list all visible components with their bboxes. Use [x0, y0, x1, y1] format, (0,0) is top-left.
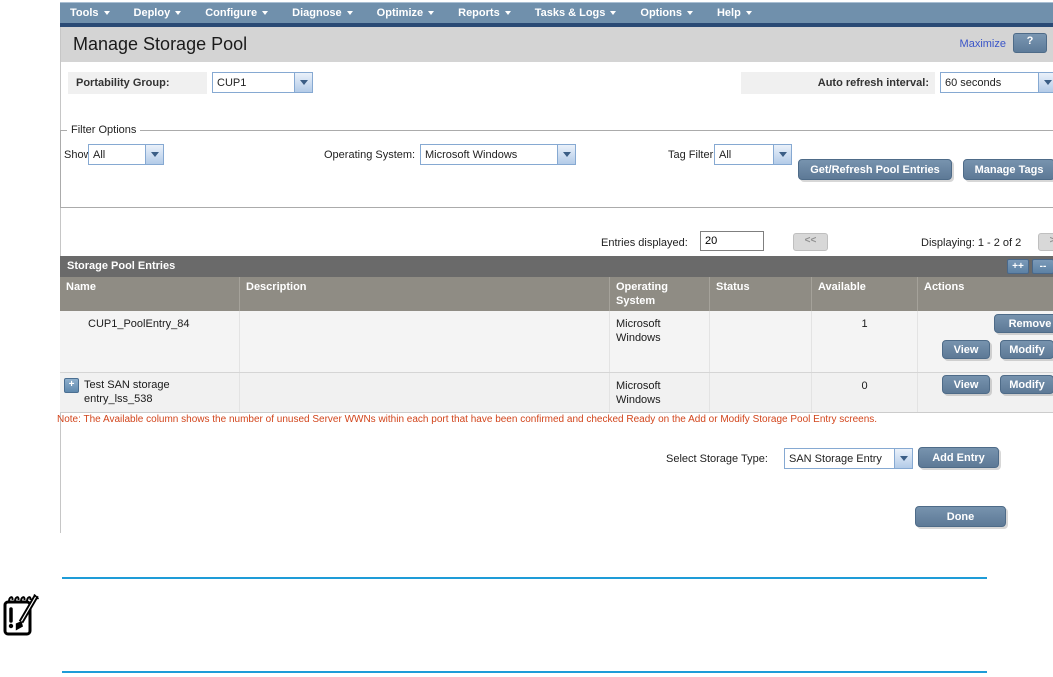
- chevron-down-icon: [294, 73, 312, 92]
- caret-down-icon: [175, 11, 181, 15]
- menu-item-optimize[interactable]: Optimize: [377, 7, 434, 19]
- row-available: 1: [812, 311, 918, 372]
- manage-tags-button[interactable]: Manage Tags: [963, 159, 1053, 180]
- divider-line: [62, 577, 987, 579]
- tag-filter-label: Tag Filter:: [668, 149, 716, 161]
- caret-down-icon: [428, 11, 434, 15]
- auto-refresh-select[interactable]: 60 seconds: [940, 72, 1053, 93]
- menu-item-help[interactable]: Help: [717, 7, 752, 19]
- chevron-down-icon: [1038, 73, 1053, 92]
- divider-line: [62, 671, 987, 673]
- note-icon: [2, 591, 42, 639]
- table-row: + Test SAN storage entry_lss_538 Microso…: [60, 372, 1053, 413]
- row-description: [240, 373, 610, 412]
- select-storage-type-label: Select Storage Type:: [666, 453, 768, 465]
- row-operating-system: Microsoft Windows: [616, 379, 671, 407]
- table-title: Storage Pool Entries: [60, 256, 1053, 277]
- expand-row-icon[interactable]: +: [64, 378, 79, 393]
- row-name: CUP1_PoolEntry_84: [60, 311, 240, 372]
- row-actions: View Modify: [918, 373, 1053, 412]
- row-description: [240, 311, 610, 372]
- operating-system-filter-select[interactable]: Microsoft Windows: [420, 144, 576, 165]
- menu-item-tasks-logs[interactable]: Tasks & Logs: [535, 7, 617, 19]
- column-header-available: Available: [812, 277, 918, 311]
- chevron-down-icon: [145, 145, 163, 164]
- help-button[interactable]: ?: [1013, 33, 1047, 53]
- expand-all-button[interactable]: ++: [1007, 259, 1029, 274]
- previous-page-button[interactable]: <<: [793, 233, 828, 251]
- modify-button[interactable]: Modify: [1000, 375, 1053, 394]
- caret-down-icon: [505, 11, 511, 15]
- row-status: [710, 311, 812, 372]
- portability-group-label: Portability Group:: [68, 72, 207, 94]
- auto-refresh-label: Auto refresh interval:: [741, 72, 935, 94]
- table-row: CUP1_PoolEntry_84 Microsoft Windows 1 Re…: [60, 311, 1053, 372]
- column-header-description: Description: [240, 277, 610, 311]
- row-actions: Remove View Modify: [918, 311, 1053, 372]
- column-header-operating-system: Operating System: [610, 277, 710, 311]
- menu-item-diagnose[interactable]: Diagnose: [292, 7, 353, 19]
- row-status: [710, 373, 812, 412]
- caret-down-icon: [746, 11, 752, 15]
- caret-down-icon: [104, 11, 110, 15]
- row-name: Test SAN storage entry_lss_538: [84, 378, 186, 407]
- caret-down-icon: [262, 11, 268, 15]
- caret-down-icon: [610, 11, 616, 15]
- displaying-range-text: Displaying: 1 - 2 of 2: [921, 237, 1021, 249]
- collapse-all-button[interactable]: --: [1032, 259, 1053, 274]
- column-header-name: Name: [60, 277, 240, 311]
- entries-displayed-label: Entries displayed:: [601, 237, 688, 249]
- page-title: Manage Storage Pool: [73, 34, 247, 55]
- storage-type-select[interactable]: SAN Storage Entry: [784, 448, 913, 469]
- remove-button[interactable]: Remove: [994, 314, 1053, 333]
- top-menu-bar: Tools Deploy Configure Diagnose Optimize…: [60, 2, 1053, 23]
- tag-filter-select[interactable]: All: [714, 144, 792, 165]
- chevron-down-icon: [773, 145, 791, 164]
- chevron-down-icon: [894, 449, 912, 468]
- view-button[interactable]: View: [942, 375, 990, 394]
- operating-system-filter-label: Operating System:: [324, 149, 415, 161]
- next-page-button[interactable]: >>: [1038, 233, 1053, 251]
- add-entry-button[interactable]: Add Entry: [918, 447, 999, 468]
- menu-item-configure[interactable]: Configure: [205, 7, 268, 19]
- manage-storage-pool-screen: Tools Deploy Configure Diagnose Optimize…: [0, 0, 1053, 677]
- get-refresh-pool-entries-button[interactable]: Get/Refresh Pool Entries: [798, 159, 952, 180]
- modify-button[interactable]: Modify: [1000, 340, 1053, 359]
- available-column-note: Note: The Available column shows the num…: [57, 414, 1053, 425]
- table-header-row: Name Description Operating System Status…: [60, 277, 1053, 311]
- row-operating-system: Microsoft Windows: [616, 317, 671, 345]
- caret-down-icon: [347, 11, 353, 15]
- view-button[interactable]: View: [942, 340, 990, 359]
- row-available: 0: [812, 373, 918, 412]
- menu-item-tools[interactable]: Tools: [70, 7, 110, 19]
- menu-item-deploy[interactable]: Deploy: [134, 7, 182, 19]
- entries-displayed-input[interactable]: [700, 231, 764, 251]
- caret-down-icon: [687, 11, 693, 15]
- maximize-link[interactable]: Maximize: [960, 38, 1006, 50]
- column-header-actions: Actions: [918, 277, 1053, 311]
- chevron-down-icon: [557, 145, 575, 164]
- title-bar: Manage Storage Pool Maximize ?: [61, 27, 1053, 62]
- menu-item-reports[interactable]: Reports: [458, 7, 511, 19]
- done-button[interactable]: Done: [915, 506, 1006, 527]
- portability-group-select[interactable]: CUP1: [212, 72, 313, 93]
- filter-options-legend: Filter Options: [67, 124, 140, 136]
- column-header-status: Status: [710, 277, 812, 311]
- menu-item-options[interactable]: Options: [640, 7, 693, 19]
- show-filter-select[interactable]: All: [88, 144, 164, 165]
